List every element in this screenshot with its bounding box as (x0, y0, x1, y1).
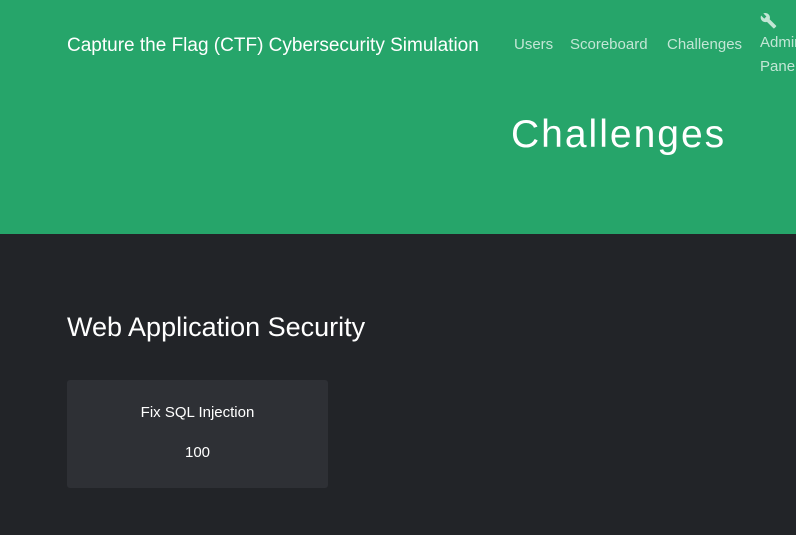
challenge-card[interactable]: Fix SQL Injection 100 (67, 380, 328, 488)
category-title: Web Application Security (67, 312, 366, 342)
nav-scoreboard[interactable]: Scoreboard (570, 36, 648, 53)
nav-admin-panel[interactable]: Admin Panel (760, 12, 796, 79)
nav-challenges[interactable]: Challenges (667, 36, 742, 53)
nav-users[interactable]: Users (514, 36, 553, 53)
admin-panel-label: Admin Panel (760, 34, 796, 75)
brand-link[interactable]: Capture the Flag (CTF) Cybersecurity Sim… (67, 35, 479, 57)
hero-banner: Capture the Flag (CTF) Cybersecurity Sim… (0, 0, 796, 234)
wrench-icon (760, 12, 777, 29)
challenge-value: 100 (184, 444, 211, 461)
challenge-name: Fix SQL Injection (140, 404, 255, 421)
page-title: Challenges (511, 113, 727, 156)
